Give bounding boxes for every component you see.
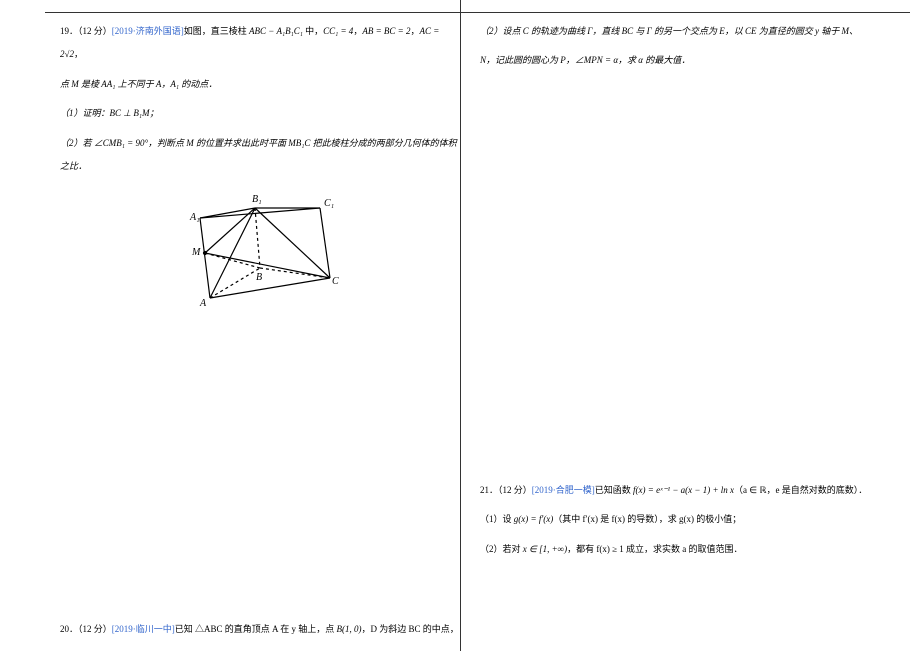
q19-figure: A₁ B₁ C₁ M A B C — [160, 188, 360, 318]
q19-p1-text: （1）证明：BC ⊥ B₁M； — [60, 108, 158, 118]
q21-part2: （2）若对 x ∈ [1, +∞)，都有 f(x) ≥ 1 成立，求实数 a 的… — [480, 538, 880, 561]
q20-p2a-text: （2）设点 C 的轨迹为曲线 Γ，直线 BC 与 Γ 的另一个交点为 E，以 C… — [480, 26, 858, 36]
left-spacer — [60, 318, 460, 618]
fig-label-A1: A₁ — [189, 212, 200, 223]
q20-text-b: ，D 为斜边 BC 的中点， — [362, 624, 459, 634]
right-column: （2）设点 C 的轨迹为曲线 Γ，直线 BC 与 Γ 的另一个交点为 E，以 C… — [480, 20, 880, 567]
q19-part1: （1）证明：BC ⊥ B₁M； — [60, 102, 460, 125]
fig-label-C1: C₁ — [324, 198, 334, 209]
column-divider — [460, 0, 461, 651]
fig-label-B1: B₁ — [252, 194, 262, 205]
q19-sep2: ， — [410, 26, 419, 36]
fig-label-B: B — [256, 272, 262, 283]
q19-source: [2019·济南外国语] — [112, 26, 184, 36]
q21-text-a: 已知函数 — [595, 485, 633, 495]
q19-text-b: 中， — [303, 26, 323, 36]
q21-gx: g(x) = f′(x) — [514, 514, 554, 524]
q19-stem: 19．（12 分）[2019·济南外国语]如图，直三棱柱 ABC − A₁B₁C… — [60, 20, 460, 67]
right-spacer — [480, 79, 880, 479]
q21-source: [2019·合肥一模] — [532, 485, 595, 495]
left-column: 19．（12 分）[2019·济南外国语]如图，直三棱柱 ABC − A₁B₁C… — [60, 20, 460, 651]
q21-p1a: （1）设 — [480, 514, 514, 524]
q21-p2a: （2）若对 — [480, 544, 523, 554]
q19-line2: 点 M 是棱 AA₁ 上不同于 A，A₁ 的动点． — [60, 73, 460, 96]
q19-prism: ABC − A₁B₁C₁ — [249, 26, 303, 36]
q21-part1: （1）设 g(x) = f′(x)（其中 f′(x) 是 f(x) 的导数），求… — [480, 508, 880, 531]
q21-dom: x ∈ [1, +∞) — [523, 544, 567, 554]
q19-sep1: ， — [353, 26, 362, 36]
q21-number: 21．（12 分） — [480, 485, 532, 495]
q19-number: 19．（12 分） — [60, 26, 112, 36]
q21-fx: f(x) = eˣ⁻¹ − a(x − 1) + ln x — [633, 485, 734, 495]
q21-p2b: ，都有 f(x) ≥ 1 成立，求实数 a 的取值范围． — [567, 544, 742, 554]
q19-part2: （2）若 ∠CMB₁ = 90°，判断点 M 的位置并求出此时平面 MB₁C 把… — [60, 132, 460, 179]
q19-p2-text: （2）若 ∠CMB₁ = 90°，判断点 M 的位置并求出此时平面 MB₁C 把… — [60, 138, 457, 171]
fig-label-C: C — [332, 276, 339, 287]
q20-source: [2019·临川一中] — [112, 624, 175, 634]
q20-text-a: 已知 △ABC 的直角顶点 A 在 y 轴上，点 — [175, 624, 337, 634]
fig-label-A: A — [199, 298, 207, 309]
q20-part2b: N，记此圆的圆心为 P，∠MPN = α，求 α 的最大值． — [480, 49, 880, 72]
q21-text-b: （a ∈ ℝ，e 是自然对数的底数）． — [734, 485, 867, 495]
q19-text-a: 如图，直三棱柱 — [184, 26, 249, 36]
q19-abbc: AB = BC = 2 — [362, 26, 410, 36]
q19-text-c: ， — [74, 49, 83, 59]
q20-B: B(1, 0) — [337, 624, 362, 634]
q20-part2a: （2）设点 C 的轨迹为曲线 Γ，直线 BC 与 Γ 的另一个交点为 E，以 C… — [480, 20, 880, 43]
q20-p2b-text: N，记此圆的圆心为 P，∠MPN = α，求 α 的最大值． — [480, 55, 690, 65]
prism-svg: A₁ B₁ C₁ M A B C — [160, 188, 360, 318]
q19-line2-text: 点 M 是棱 AA₁ 上不同于 A，A₁ 的动点． — [60, 79, 217, 89]
q21-p1b: （其中 f′(x) 是 f(x) 的导数），求 g(x) 的极小值； — [553, 514, 741, 524]
q21-stem: 21．（12 分）[2019·合肥一模]已知函数 f(x) = eˣ⁻¹ − a… — [480, 479, 880, 502]
q20-number: 20．（12 分） — [60, 624, 112, 634]
q20-stem: 20．（12 分）[2019·临川一中]已知 △ABC 的直角顶点 A 在 y … — [60, 618, 460, 641]
q19-cc1: CC₁ = 4 — [323, 26, 353, 36]
page-top-border — [45, 12, 910, 13]
fig-label-M: M — [191, 247, 201, 258]
